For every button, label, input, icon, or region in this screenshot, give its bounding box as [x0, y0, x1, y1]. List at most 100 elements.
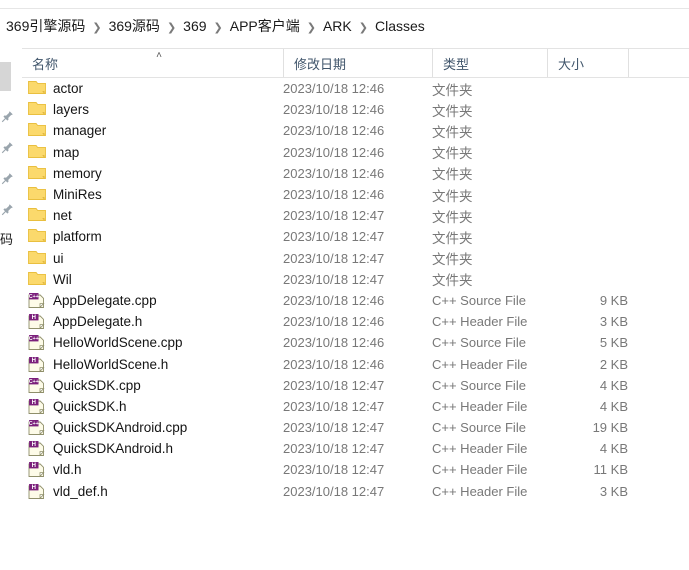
breadcrumb-item[interactable]: 369源码: [105, 14, 164, 38]
file-name-cell[interactable]: map: [22, 144, 283, 161]
navigation-pane-scrollbar[interactable]: [0, 62, 11, 91]
svg-text:C++: C++: [29, 294, 39, 300]
svg-text:H: H: [32, 463, 36, 469]
file-name-cell[interactable]: C++ QuickSDK.cpp: [22, 377, 283, 394]
file-name-cell[interactable]: actor: [22, 80, 283, 97]
file-row[interactable]: H QuickSDKAndroid.h 2023/10/18 12:47 C++ He…: [22, 438, 689, 459]
svg-text:H: H: [32, 485, 36, 491]
file-row[interactable]: Hvld.h 2023/10/18 12:47 C++ Header File 11 …: [22, 459, 689, 480]
breadcrumb[interactable]: 369引擎源码 ❯ 369源码 ❯ 369 ❯ APP客户端 ❯ ARK ❯ Classes: [0, 14, 429, 38]
file-date-modified: 2023/10/18 12:47: [283, 229, 385, 245]
file-row[interactable]: Hvld_def.h 2023/10/18 12:47 C++ Header Fil…: [22, 481, 689, 502]
file-name-cell[interactable]: Hvld.h: [22, 461, 283, 478]
file-date-modified: 2023/10/18 12:46: [283, 314, 385, 330]
file-type: 文件夹: [432, 252, 473, 268]
file-name-cell[interactable]: memory: [22, 165, 283, 182]
file-row[interactable]: actor 2023/10/18 12:46 文件夹: [22, 78, 689, 99]
file-date-modified: 2023/10/18 12:47: [283, 483, 385, 499]
breadcrumb-item[interactable]: Classes: [371, 16, 429, 36]
file-size: 3 KB: [599, 483, 628, 499]
folder-icon: [28, 250, 46, 267]
breadcrumb-separator-icon: ❯: [213, 21, 223, 34]
file-row[interactable]: MiniRes 2023/10/18 12:46 文件夹: [22, 184, 689, 205]
file-name-cell[interactable]: C++ AppDelegate.cpp: [22, 292, 283, 309]
file-row[interactable]: H HelloWorldScene.h 2023/10/18 12:46 C++ He…: [22, 353, 689, 374]
file-type: C++ Header File: [432, 398, 528, 414]
file-row[interactable]: platform 2023/10/18 12:47 文件夹: [22, 226, 689, 247]
file-name-label: Wil: [53, 271, 72, 287]
file-row[interactable]: C++ AppDelegate.cpp 2023/10/18 12:46 C++ So…: [22, 290, 689, 311]
file-row[interactable]: map 2023/10/18 12:46 文件夹: [22, 142, 689, 163]
file-date-modified: 2023/10/18 12:46: [283, 102, 385, 118]
navigation-pane-label-fragment[interactable]: 码: [0, 230, 16, 250]
column-header-name[interactable]: 名称 ˄: [22, 49, 283, 77]
file-row[interactable]: ui 2023/10/18 12:47 文件夹: [22, 248, 689, 269]
file-list[interactable]: actor 2023/10/18 12:46 文件夹 layers 2023/10/18…: [22, 78, 689, 570]
file-row[interactable]: C++ HelloWorldScene.cpp 2023/10/18 12:46 C+…: [22, 332, 689, 353]
column-resize-grip[interactable]: [628, 49, 629, 77]
file-name-cell[interactable]: platform: [22, 228, 283, 245]
cpp-source-icon: C++: [28, 292, 46, 309]
file-name-cell[interactable]: H AppDelegate.h: [22, 313, 283, 330]
file-name-cell[interactable]: H QuickSDKAndroid.h: [22, 440, 283, 457]
file-date-modified: 2023/10/18 12:46: [283, 165, 385, 181]
file-row[interactable]: H QuickSDK.h 2023/10/18 12:47 C++ Header Fi…: [22, 396, 689, 417]
breadcrumb-item[interactable]: ARK: [319, 16, 356, 36]
breadcrumb-item[interactable]: 369引擎源码: [2, 14, 89, 38]
file-name-cell[interactable]: layers: [22, 101, 283, 118]
column-header-row[interactable]: 名称 ˄ 修改日期 类型 大小: [22, 48, 689, 78]
cpp-header-icon: H: [28, 440, 46, 457]
cpp-header-icon: H: [28, 461, 46, 478]
file-size: 4 KB: [599, 377, 628, 393]
file-name-cell[interactable]: H HelloWorldScene.h: [22, 356, 283, 373]
folder-icon: [28, 144, 46, 161]
file-name-cell[interactable]: net: [22, 207, 283, 224]
file-row[interactable]: memory 2023/10/18 12:46 文件夹: [22, 163, 689, 184]
breadcrumb-separator-icon: ❯: [166, 21, 177, 34]
file-name-cell[interactable]: MiniRes: [22, 186, 283, 203]
file-type: C++ Source File: [432, 377, 526, 393]
file-row[interactable]: net 2023/10/18 12:47 文件夹: [22, 205, 689, 226]
file-name-label: memory: [53, 165, 102, 181]
file-name-cell[interactable]: C++ QuickSDKAndroid.cpp: [22, 419, 283, 436]
column-header-type[interactable]: 类型: [432, 49, 547, 77]
folder-icon: [28, 165, 46, 182]
breadcrumb-item[interactable]: APP客户端: [226, 14, 304, 38]
file-row[interactable]: C++ QuickSDK.cpp 2023/10/18 12:47 C++ Sourc…: [22, 375, 689, 396]
sort-ascending-icon: ˄: [156, 50, 162, 61]
file-name-cell[interactable]: manager: [22, 122, 283, 139]
file-name-label: manager: [53, 123, 107, 139]
file-type: C++ Source File: [432, 420, 526, 436]
file-date-modified: 2023/10/18 12:47: [283, 250, 385, 266]
file-size: 2 KB: [599, 356, 628, 372]
file-name-label: vld.h: [53, 462, 82, 478]
file-name-label: QuickSDKAndroid.cpp: [53, 420, 188, 436]
file-row[interactable]: Wil 2023/10/18 12:47 文件夹: [22, 269, 689, 290]
file-name-cell[interactable]: Hvld_def.h: [22, 483, 283, 500]
cpp-header-icon: H: [28, 313, 46, 330]
folder-icon: [28, 228, 46, 245]
file-name-cell[interactable]: C++ HelloWorldScene.cpp: [22, 334, 283, 351]
navigation-pane[interactable]: 码: [0, 48, 23, 570]
file-name-cell[interactable]: ui: [22, 250, 283, 267]
column-header-date[interactable]: 修改日期: [283, 49, 432, 77]
file-name-cell[interactable]: H QuickSDK.h: [22, 398, 283, 415]
file-name-label: layers: [53, 102, 90, 118]
breadcrumb-separator-icon: ❯: [92, 21, 102, 34]
file-row[interactable]: manager 2023/10/18 12:46 文件夹: [22, 120, 689, 141]
file-row[interactable]: layers 2023/10/18 12:46 文件夹: [22, 99, 689, 120]
file-row[interactable]: C++ QuickSDKAndroid.cpp 2023/10/18 12:47 C+…: [22, 417, 689, 438]
file-size: 9 KB: [599, 292, 628, 308]
file-row[interactable]: H AppDelegate.h 2023/10/18 12:46 C++ Header…: [22, 311, 689, 332]
file-type: 文件夹: [432, 146, 473, 162]
folder-icon: [28, 101, 46, 118]
file-type: C++ Header File: [432, 462, 528, 478]
address-bar[interactable]: 369引擎源码 ❯ 369源码 ❯ 369 ❯ APP客户端 ❯ ARK ❯ Classes: [0, 8, 689, 43]
file-type: 文件夹: [432, 124, 473, 140]
file-name-cell[interactable]: Wil: [22, 271, 283, 288]
column-header-size[interactable]: 大小: [547, 49, 628, 77]
file-date-modified: 2023/10/18 12:46: [283, 123, 385, 139]
folder-icon: [28, 122, 46, 139]
breadcrumb-item[interactable]: 369: [179, 16, 210, 36]
file-date-modified: 2023/10/18 12:47: [283, 462, 385, 478]
